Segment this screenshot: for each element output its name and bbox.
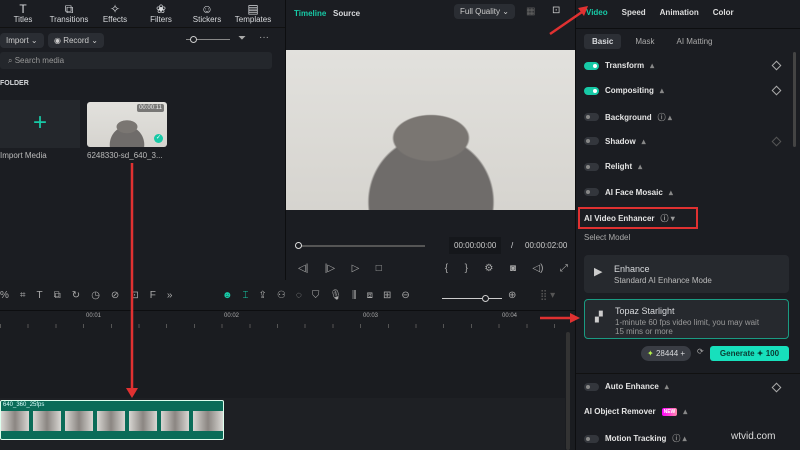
- annotation-arrows: [126, 6, 588, 398]
- arrow-to-video-tab: [549, 10, 583, 36]
